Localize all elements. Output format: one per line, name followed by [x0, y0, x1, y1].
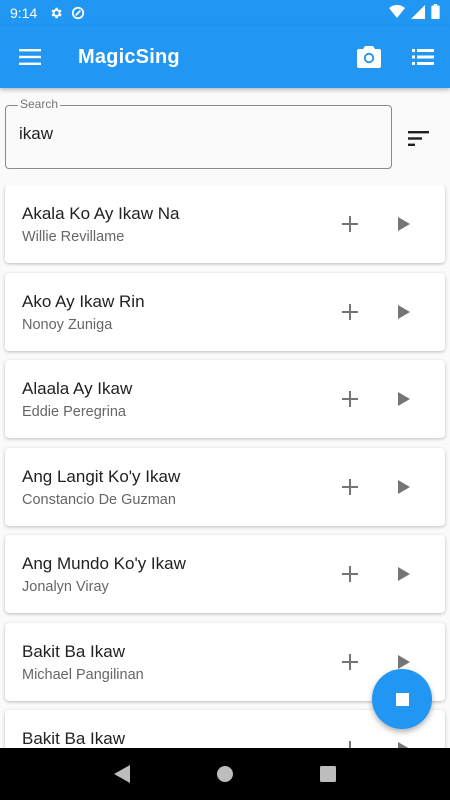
search-field[interactable]: Search — [5, 97, 392, 169]
camera-icon — [357, 46, 381, 68]
plus-icon — [342, 391, 358, 407]
song-card[interactable]: Ako Ay Ikaw Rin Nonoy Zuniga — [5, 273, 445, 351]
play-icon — [398, 567, 410, 581]
settings-icon — [49, 6, 63, 20]
play-button[interactable] — [389, 384, 419, 414]
navigation-bar — [0, 748, 450, 800]
recents-button[interactable] — [308, 754, 348, 794]
menu-button[interactable] — [0, 26, 60, 88]
song-title: Bakit Ba Ikaw — [22, 642, 125, 661]
play-icon — [398, 305, 410, 319]
queue-list-icon — [412, 49, 434, 65]
stop-icon — [395, 692, 409, 706]
wifi-icon — [389, 4, 405, 22]
battery-icon — [431, 4, 440, 22]
home-button[interactable] — [205, 754, 245, 794]
song-card[interactable]: Alaala Ay Ikaw Eddie Peregrina — [5, 360, 445, 438]
song-artist: Jonalyn Viray — [22, 579, 109, 595]
circle-notification-icon — [71, 6, 85, 20]
plus-icon — [342, 654, 358, 670]
play-button[interactable] — [389, 472, 419, 502]
play-button[interactable] — [389, 297, 419, 327]
play-icon — [398, 217, 410, 231]
song-artist: Michael Pangilinan — [22, 667, 144, 683]
song-artist: Nonoy Zuniga — [22, 317, 113, 333]
plus-icon — [342, 304, 358, 320]
queue-list-button[interactable] — [396, 26, 450, 88]
play-button[interactable] — [389, 209, 419, 239]
search-label: Search — [18, 97, 61, 111]
back-icon — [113, 765, 130, 783]
song-artist: Constancio De Guzman — [22, 492, 176, 508]
status-bar: 9:14 — [0, 0, 450, 26]
recents-icon — [320, 766, 337, 782]
add-to-queue-button[interactable] — [335, 647, 365, 677]
song-title: Akala Ko Ay Ikaw Na — [22, 204, 180, 223]
add-to-queue-button[interactable] — [335, 734, 365, 748]
app-bar: MagicSing — [0, 26, 450, 88]
signal-icon — [411, 4, 425, 22]
song-title: Ang Mundo Ko'y Ikaw — [22, 554, 186, 573]
sort-icon — [407, 130, 429, 146]
song-title: Ang Langit Ko'y Ikaw — [22, 467, 181, 486]
add-to-queue-button[interactable] — [335, 384, 365, 414]
plus-icon — [342, 479, 358, 495]
song-title: Alaala Ay Ikaw — [22, 379, 133, 398]
plus-icon — [342, 566, 358, 582]
song-card[interactable]: Ang Langit Ko'y Ikaw Constancio De Guzma… — [5, 448, 445, 526]
sort-button[interactable] — [400, 120, 436, 156]
song-list: Akala Ko Ay Ikaw Na Willie Revillame Ako… — [0, 185, 450, 748]
camera-button[interactable] — [342, 26, 396, 88]
add-to-queue-button[interactable] — [335, 297, 365, 327]
status-time: 9:14 — [10, 5, 38, 21]
song-artist: Eddie Peregrina — [22, 404, 126, 420]
song-artist: Willie Revillame — [22, 229, 125, 245]
search-row: Search — [0, 96, 450, 176]
add-to-queue-button[interactable] — [335, 559, 365, 589]
song-title: Bakit Ba Ikaw — [22, 729, 125, 748]
add-to-queue-button[interactable] — [335, 472, 365, 502]
song-title: Ako Ay Ikaw Rin — [22, 292, 145, 311]
home-icon — [216, 766, 233, 782]
play-button[interactable] — [389, 559, 419, 589]
play-icon — [398, 655, 410, 669]
search-input[interactable] — [19, 124, 379, 144]
add-to-queue-button[interactable] — [335, 209, 365, 239]
stop-fab-button[interactable] — [372, 669, 432, 729]
plus-icon — [342, 216, 358, 232]
play-icon — [398, 392, 410, 406]
app-title: MagicSing — [78, 45, 180, 68]
play-button[interactable] — [389, 734, 419, 748]
menu-icon — [19, 49, 41, 65]
song-card[interactable]: Ang Mundo Ko'y Ikaw Jonalyn Viray — [5, 535, 445, 613]
song-card[interactable]: Akala Ko Ay Ikaw Na Willie Revillame — [5, 185, 445, 263]
plus-icon — [349, 741, 351, 748]
play-icon — [398, 480, 410, 494]
back-button[interactable] — [102, 754, 142, 794]
